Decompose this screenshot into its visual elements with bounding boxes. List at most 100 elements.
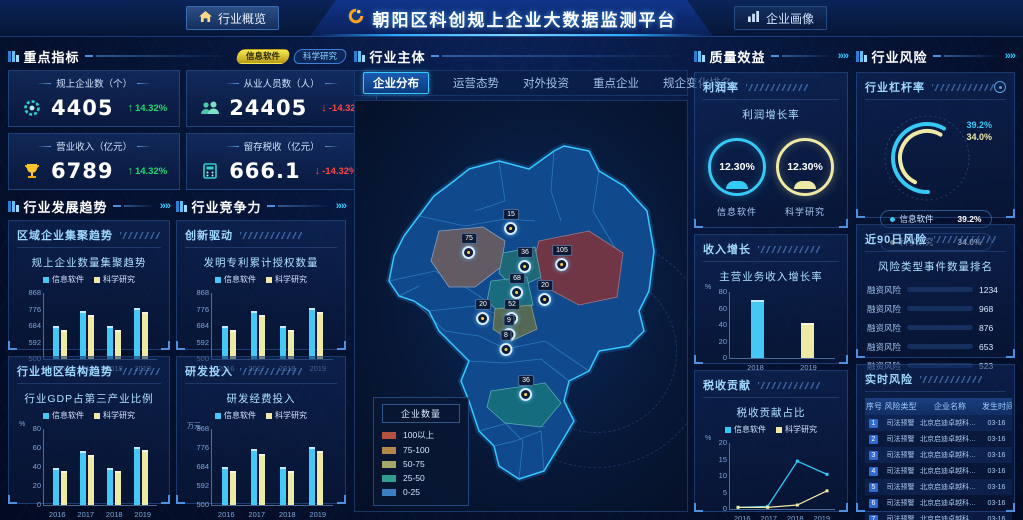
section-bars-icon bbox=[8, 201, 19, 212]
toggle-科学研究[interactable]: 科学研究 bbox=[292, 49, 348, 64]
more-icon[interactable]: »» bbox=[160, 200, 170, 212]
map-marker[interactable]: 15 bbox=[503, 209, 519, 235]
table-row[interactable]: 4司法预警北京启迪卓越科技有限公司03-16 bbox=[865, 463, 1012, 479]
stat-change: ↓-14.32% bbox=[315, 165, 358, 177]
map-marker[interactable]: 36 bbox=[517, 247, 533, 273]
legend-swatch-icon bbox=[382, 432, 396, 439]
bar-group bbox=[107, 293, 121, 359]
tab-重点企业[interactable]: 重点企业 bbox=[593, 75, 639, 91]
table-row[interactable]: 2司法预警北京启迪卓越科技有限公司03-16 bbox=[865, 431, 1012, 447]
panel-subtitle-row: 税收贡献 bbox=[703, 377, 839, 398]
stat-value: 4405 bbox=[51, 96, 113, 120]
info-icon[interactable] bbox=[994, 81, 1006, 93]
nav-industry-overview[interactable]: 行业概览 bbox=[186, 6, 279, 30]
risk-90days-panel: 近90日风险 风险类型事件数量排名 融资风险1234融资风险968融资风险876… bbox=[856, 224, 1015, 358]
section-line bbox=[85, 55, 232, 57]
tab-运营态势[interactable]: 运营态势 bbox=[453, 75, 499, 91]
section-title: 行业发展趋势 bbox=[24, 197, 108, 216]
gauge-values: 39.2%34.0% bbox=[966, 120, 992, 142]
legend-label: 信息软件 bbox=[224, 274, 256, 285]
toggle-信息软件[interactable]: 信息软件 bbox=[235, 49, 291, 64]
x-axis-label: 2016 bbox=[734, 514, 751, 520]
marker-value: 68 bbox=[509, 273, 525, 284]
table-header-row: 序号风险类型企业名称发生时间 bbox=[865, 398, 1012, 415]
table-row[interactable]: 3司法预警北京启迪卓越科技有限公司03-16 bbox=[865, 447, 1012, 463]
map-marker[interactable]: 20 bbox=[537, 280, 553, 306]
chart-title: 发明专利累计授权数量 bbox=[185, 255, 337, 270]
ranking-label: 融资风险 bbox=[865, 341, 901, 353]
gauge-label: 科学研究 bbox=[785, 205, 825, 218]
bar-group bbox=[134, 429, 148, 505]
profit-rate-panel: 利润率 利润增长率 12.30%信息软件12.30%科学研究 bbox=[694, 72, 848, 228]
stat-card: 营业收入（亿元）6789↑14.32% bbox=[8, 133, 180, 190]
legend-dot-icon bbox=[890, 217, 895, 222]
map-marker[interactable]: 20 bbox=[475, 299, 491, 325]
table-cell: 03-16 bbox=[981, 463, 1012, 479]
section-title: 质量效益 bbox=[710, 47, 766, 66]
bar bbox=[801, 323, 814, 358]
axis-tick: 684 bbox=[196, 463, 209, 471]
map-pin-icon bbox=[519, 388, 532, 401]
table-cell: 北京启迪卓越科技有限公司 bbox=[919, 479, 981, 495]
panel-subtitle: 近90日风险 bbox=[865, 231, 927, 247]
bar-group bbox=[134, 293, 148, 359]
axis-tick: 0 bbox=[723, 505, 727, 513]
bar bbox=[751, 300, 764, 358]
nav-enterprise-portrait[interactable]: 企业画像 bbox=[734, 6, 827, 30]
bar-group bbox=[251, 429, 265, 505]
bar bbox=[80, 451, 86, 505]
stat-card-title: 从业人员数（人） bbox=[187, 76, 376, 90]
map-marker[interactable]: 75 bbox=[461, 233, 477, 259]
section-bars-icon bbox=[8, 51, 19, 62]
bar bbox=[222, 467, 228, 505]
industry-risk-header: 行业风险 »» bbox=[856, 46, 1015, 66]
tab-对外投资[interactable]: 对外投资 bbox=[523, 75, 569, 91]
bar-group bbox=[107, 429, 121, 505]
panel-subtitle-row: 行业地区结构趋势 bbox=[17, 363, 161, 384]
row-index-badge: 6 bbox=[869, 499, 878, 508]
bar bbox=[134, 308, 140, 359]
bars bbox=[44, 293, 157, 359]
bar-group bbox=[251, 293, 265, 359]
chart-legend: 信息软件科学研究 bbox=[185, 274, 337, 285]
gauge-label: 信息软件 bbox=[717, 205, 757, 218]
hatch-decoration bbox=[758, 246, 820, 253]
table-row[interactable]: 5司法预警北京启迪卓越科技有限公司03-16 bbox=[865, 479, 1012, 495]
stat-value: 6789 bbox=[51, 159, 113, 183]
hatch-decoration bbox=[120, 232, 161, 239]
map-marker[interactable]: 8 bbox=[500, 330, 513, 356]
region-structure-panel: 行业地区结构趋势 行业GDP占第三产业比例 信息软件科学研究 020406080… bbox=[8, 356, 170, 504]
table-row[interactable]: 1司法预警北京启迪卓越科技有限公司03-16 bbox=[865, 415, 1012, 431]
arc-gauge-canvas bbox=[865, 104, 1015, 208]
app-header: 朝阳区科创规上企业大数据监测平台 行业概览 企业画像 bbox=[0, 0, 1023, 36]
gauge-wave-icon bbox=[726, 181, 748, 189]
x-axis-label: 2019 bbox=[134, 510, 151, 519]
marker-value: 15 bbox=[503, 209, 519, 220]
more-icon[interactable]: »» bbox=[838, 50, 848, 62]
map-marker[interactable]: 105 bbox=[552, 245, 572, 271]
tab-企业分布[interactable]: 企业分布 bbox=[363, 72, 429, 94]
title-dash bbox=[225, 146, 239, 147]
legend-swatch-icon bbox=[43, 277, 49, 283]
axis-tick: 0 bbox=[723, 354, 727, 362]
more-icon[interactable]: »» bbox=[336, 200, 346, 212]
plot-area: 500592684776868 bbox=[211, 429, 333, 506]
table-row[interactable]: 6司法预警北京启迪卓越科技有限公司03-16 bbox=[865, 495, 1012, 511]
map-marker[interactable]: 36 bbox=[518, 375, 534, 401]
rnd-investment-panel: 研发投入 研发经费投入 信息软件科学研究 500592684776868万元20… bbox=[176, 356, 346, 504]
section-title: 行业主体 bbox=[370, 47, 426, 66]
title-dash bbox=[37, 83, 51, 84]
legend-swatch-icon bbox=[776, 427, 782, 433]
stat-card-body: 6789 ↑14.32% bbox=[9, 153, 179, 189]
stat-change: ↑14.32% bbox=[127, 165, 167, 177]
map-marker[interactable]: 68 bbox=[509, 273, 525, 299]
legend-label: 科学研究 bbox=[103, 410, 135, 421]
more-icon[interactable]: »» bbox=[1005, 50, 1015, 62]
stat-card-title: 规上企业数（个） bbox=[9, 76, 179, 90]
table-cell: 03-16 bbox=[981, 479, 1012, 495]
table-row[interactable]: 7司法预警北京启迪卓越科技有限公司03-16 bbox=[865, 511, 1012, 520]
dataset-toggles: 信息软件科学研究 bbox=[237, 49, 346, 64]
table-cell: 司法预警 bbox=[882, 495, 919, 511]
legend-value: 39.2% bbox=[957, 214, 981, 224]
bar bbox=[288, 330, 294, 359]
